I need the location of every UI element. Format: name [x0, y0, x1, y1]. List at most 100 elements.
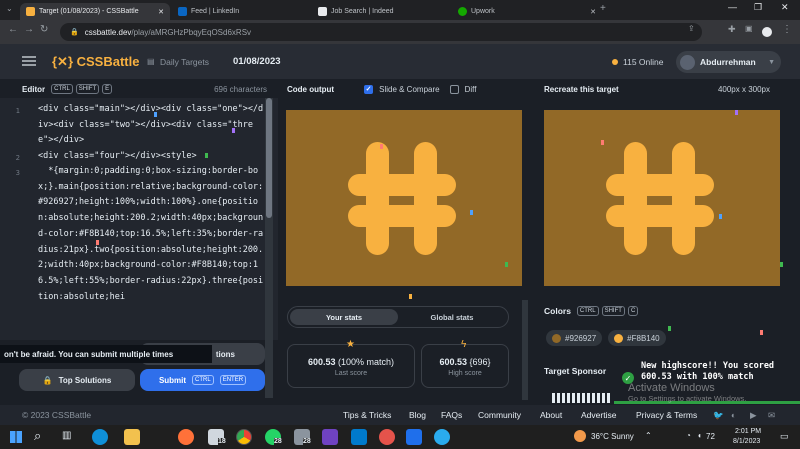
output-scrollbar[interactable]: [522, 300, 528, 400]
tab-title: Upwork: [471, 8, 495, 15]
tab-search-icon[interactable]: ⌄: [6, 4, 13, 13]
last-score-match: (100% match): [338, 357, 395, 367]
tab-linkedin[interactable]: Feed | LinkedIn: [172, 3, 312, 20]
tab-upwork[interactable]: Upwork ✕: [452, 3, 602, 20]
record-icon[interactable]: [379, 429, 395, 445]
footer-link-privacy[interactable]: Privacy & Terms: [636, 410, 697, 420]
last-score-card: ★ 600.53 (100% match) Last score: [287, 339, 415, 388]
footer-link-blog[interactable]: Blog: [409, 410, 426, 420]
footer-link-tips[interactable]: Tips & Tricks: [343, 410, 391, 420]
extensions-icon[interactable]: ✚: [728, 24, 736, 35]
scrollbar-thumb[interactable]: [266, 98, 272, 218]
submit-button[interactable]: Submit CTRL ENTER: [140, 369, 265, 391]
tab-title: Feed | LinkedIn: [191, 8, 240, 15]
edge-icon[interactable]: [92, 429, 108, 445]
forward-icon[interactable]: →: [24, 24, 34, 35]
share-icon[interactable]: ⇪: [688, 24, 695, 33]
windows-start-icon[interactable]: [10, 431, 22, 443]
online-count: 115 Online: [623, 57, 664, 67]
sponsor-logo[interactable]: [552, 393, 612, 403]
code-line[interactable]: *{margin:0;padding:0;box-sizing:border-b…: [38, 164, 266, 305]
badge: 18: [218, 438, 226, 445]
key-shift: SHIFT: [75, 84, 100, 94]
editor-scrollbar[interactable]: [265, 98, 273, 398]
confetti: [760, 330, 763, 335]
close-icon[interactable]: ✕: [158, 8, 164, 16]
profile-icon[interactable]: [762, 27, 772, 37]
firefox-icon[interactable]: [178, 429, 194, 445]
back-icon[interactable]: ←: [8, 24, 18, 35]
watermark-line2: Go to Settings to activate Windows.: [628, 394, 747, 403]
tab-cssbattle[interactable]: Target (01/08/2023) - CSSBattle ✕: [20, 3, 170, 20]
confetti: [735, 110, 738, 115]
target-size: 400px x 300px: [717, 84, 770, 94]
output-canvas[interactable]: [286, 110, 522, 286]
footer-link-advertise[interactable]: Advertise: [581, 410, 616, 420]
vscode-icon[interactable]: [351, 429, 367, 445]
high-score-card: ϟ 600.53 {696} High score: [421, 339, 509, 388]
window-close-icon[interactable]: ✕: [781, 2, 789, 13]
confetti: [380, 144, 383, 149]
confetti: [601, 140, 604, 145]
menu-icon[interactable]: ⋮: [782, 24, 792, 35]
network-icon[interactable]: ◔: [686, 431, 691, 440]
confetti: [205, 153, 208, 158]
search-icon[interactable]: ⌕: [34, 428, 41, 444]
code-line[interactable]: <div class="four"></div><style>: [38, 149, 266, 165]
clock-date[interactable]: 8/1/2023: [733, 438, 760, 445]
hash-bar: [672, 142, 695, 255]
footer-link-faqs[interactable]: FAQs: [441, 410, 462, 420]
tab-your-stats[interactable]: Your stats: [290, 309, 398, 325]
footer-link-about[interactable]: About: [540, 410, 562, 420]
daily-targets-link[interactable]: Daily Targets: [160, 57, 209, 67]
tab-global-stats[interactable]: Global stats: [398, 309, 506, 325]
close-icon[interactable]: ✕: [590, 8, 596, 16]
color-swatches: #926927 #F8B140: [546, 330, 672, 346]
code-editor[interactable]: 1 <div class="main"></div><div class="on…: [0, 98, 278, 340]
target-canvas: [544, 110, 780, 286]
watermark-line1: Activate Windows: [628, 382, 715, 394]
code-line[interactable]: <div class="main"></div><div class="one"…: [38, 102, 266, 149]
discord-icon[interactable]: ◐: [731, 410, 736, 420]
minimize-icon[interactable]: —: [728, 2, 737, 12]
twitter-icon[interactable]: 🐦: [713, 410, 724, 421]
top-solutions-button[interactable]: 🔒 Top Solutions: [19, 369, 135, 391]
telegram-icon[interactable]: [434, 429, 450, 445]
badge: 28: [274, 438, 282, 445]
colors-label: Colors: [544, 306, 571, 316]
weather-text[interactable]: 36°C Sunny: [591, 432, 634, 441]
tab-indeed[interactable]: Job Search | Indeed: [312, 3, 452, 20]
tray-chevron-icon[interactable]: ⌃: [645, 431, 652, 440]
calendar-icon: ▤: [147, 57, 155, 66]
task-view-icon[interactable]: ▥: [62, 430, 71, 441]
url-domain: cssbattle.dev: [84, 27, 132, 37]
file-explorer-icon[interactable]: [124, 429, 140, 445]
sidebar-icon[interactable]: ▣: [745, 24, 753, 33]
new-tab-icon[interactable]: +: [600, 3, 606, 14]
notification-icon[interactable]: ▭: [780, 431, 789, 442]
youtube-icon[interactable]: ▶: [750, 410, 757, 421]
user-menu[interactable]: Abdurrehman ▼: [676, 51, 781, 73]
color-chip-bg[interactable]: #926927: [546, 330, 603, 346]
key-ctrl: CTRL: [576, 306, 599, 316]
confetti: [780, 262, 783, 267]
line-number: 3: [15, 168, 20, 177]
url-field[interactable]: 🔒 cssbattle.dev /play/aMRGHzPbqyEqOSd6xR…: [60, 23, 702, 41]
slide-compare-checkbox[interactable]: ✓: [364, 84, 374, 94]
footer-link-community[interactable]: Community: [478, 410, 521, 420]
online-dot-icon: [612, 59, 618, 65]
mail-icon[interactable]: ✉: [768, 410, 775, 421]
clock-time[interactable]: 2:01 PM: [735, 428, 761, 435]
color-chip-fg[interactable]: #F8B140: [608, 330, 666, 346]
app-icon[interactable]: [322, 429, 338, 445]
app-icon[interactable]: [406, 429, 422, 445]
chrome-icon[interactable]: [236, 429, 252, 445]
reload-icon[interactable]: ↻: [40, 24, 48, 35]
hamburger-menu-icon[interactable]: [22, 56, 36, 66]
diff-checkbox[interactable]: [449, 84, 459, 94]
cssbattle-logo[interactable]: {✕} CSSBattle: [52, 54, 139, 70]
browser-tab-strip: ⌄ Target (01/08/2023) - CSSBattle ✕ Feed…: [0, 0, 800, 20]
linkedin-favicon: [178, 7, 187, 16]
volume-icon[interactable]: ◖: [697, 431, 702, 440]
maximize-icon[interactable]: ❐: [754, 2, 762, 13]
